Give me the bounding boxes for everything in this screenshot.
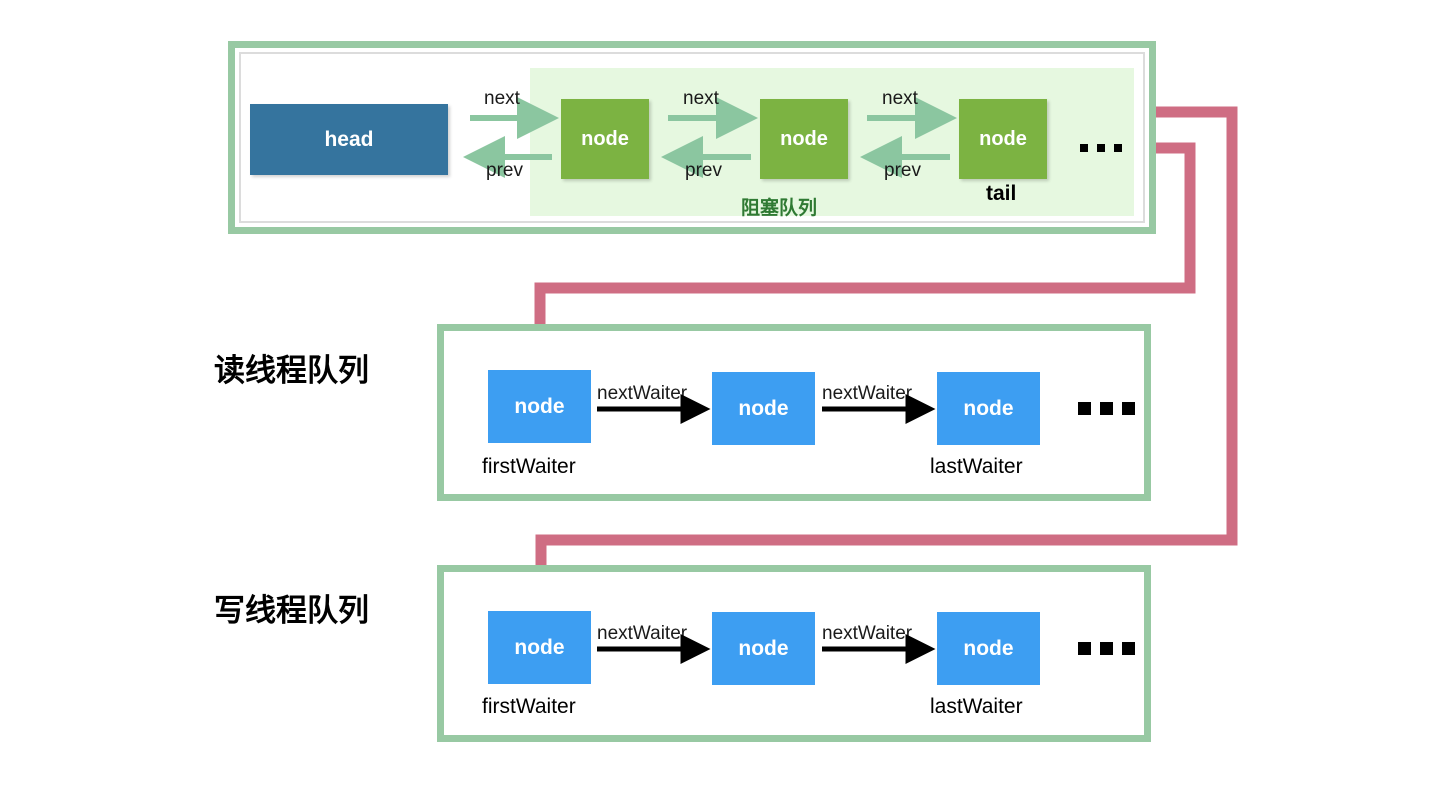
blocking-queue-node-2: node [760, 99, 848, 179]
reader-queue-node-first: node [488, 370, 591, 443]
blocking-queue-node-1: node [561, 99, 649, 179]
blocking-queue-band-label: 阻塞队列 [741, 198, 818, 219]
reader-queue-edge-label-2: nextWaiter [822, 383, 913, 404]
reader-queue-node-last: node [937, 372, 1040, 445]
edge-label-prev-2: prev [685, 160, 722, 181]
edge-label-prev-1: prev [486, 160, 523, 181]
writer-queue-node-last: node [937, 612, 1040, 685]
blocking-queue-node-tail: node [959, 99, 1047, 179]
writer-queue-first-caption: firstWaiter [482, 695, 576, 718]
reader-queue-first-caption: firstWaiter [482, 455, 576, 478]
tail-caption: tail [986, 182, 1017, 205]
edge-label-prev-3: prev [884, 160, 921, 181]
diagram-canvas: 阻塞队列 head node node node tail next prev [0, 0, 1430, 794]
reader-queue-ellipsis [1078, 402, 1135, 415]
writer-queue-node-middle: node [712, 612, 815, 685]
edge-label-next-1: next [484, 88, 520, 109]
writer-queue-title: 写线程队列 [214, 593, 369, 628]
writer-queue-edge-label-1: nextWaiter [597, 623, 688, 644]
edge-label-next-2: next [683, 88, 719, 109]
writer-queue-ellipsis [1078, 642, 1135, 655]
head-box: head [250, 104, 448, 175]
reader-queue-node-middle: node [712, 372, 815, 445]
blocking-queue-ellipsis [1080, 144, 1122, 152]
writer-queue-edge-label-2: nextWaiter [822, 623, 913, 644]
reader-queue-title: 读线程队列 [214, 353, 369, 388]
reader-queue-edge-label-1: nextWaiter [597, 383, 688, 404]
edge-label-next-3: next [882, 88, 918, 109]
writer-queue-last-caption: lastWaiter [930, 695, 1023, 718]
writer-queue-node-first: node [488, 611, 591, 684]
reader-queue-last-caption: lastWaiter [930, 455, 1023, 478]
